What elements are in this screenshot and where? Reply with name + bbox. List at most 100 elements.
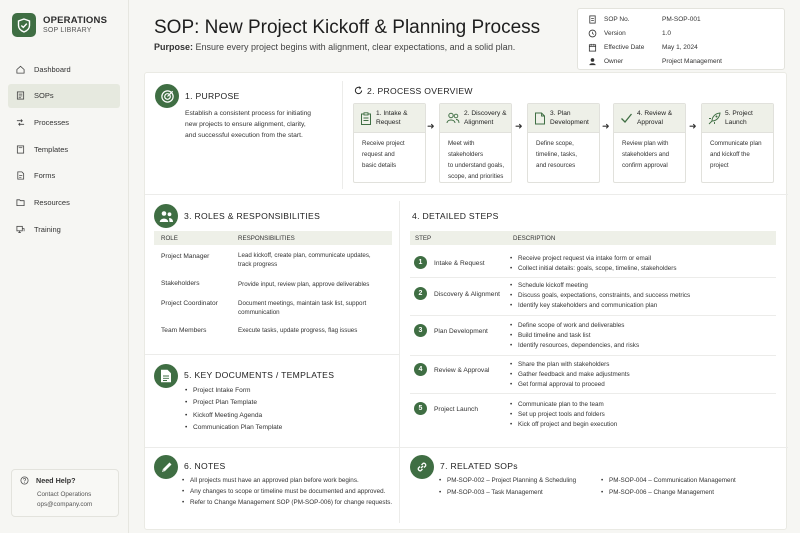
related-sop-link[interactable]: PM-SOP-004 – Communication Management	[601, 475, 736, 487]
sidebar-item-training[interactable]: Training	[8, 217, 120, 241]
purpose-line: new projects to ensure alignment, clarit…	[185, 121, 306, 129]
folder-icon	[16, 199, 25, 206]
step-item: Collect initial details: goals, scope, t…	[510, 264, 677, 274]
related-list-left: PM-SOP-002 – Project Planning & Scheduli…	[439, 475, 576, 500]
step-item: Identify key stakeholders and communicat…	[510, 301, 690, 311]
training-icon	[16, 225, 25, 233]
step-label: Alignment	[464, 119, 494, 126]
flow-icon	[16, 118, 25, 126]
col-header-role: ROLE	[161, 235, 178, 242]
resp-line: Execute tasks, update progress, flag iss…	[238, 327, 358, 334]
resp-line: Provide input, review plan, approve deli…	[238, 281, 370, 288]
step-item: Discuss goals, expectations, constraints…	[510, 291, 690, 301]
sidebar-item-label: SOPs	[34, 91, 54, 101]
document-link[interactable]: Kickoff Meeting Agenda	[185, 410, 282, 423]
meta-key: Effective Date	[604, 43, 645, 51]
sidebar-nav: Dashboard SOPs Processes Templates Forms…	[8, 57, 120, 244]
divider	[342, 81, 343, 189]
process-step-review[interactable]: 4. Review & Approval Review plan with stak…	[613, 103, 686, 183]
resp-line: Document meetings, maintain task list, s…	[238, 300, 367, 307]
sidebar-item-templates[interactable]: Templates	[8, 137, 120, 161]
step-item: Share the plan with stakeholders	[510, 360, 630, 370]
meta-value: 1.0	[662, 29, 672, 37]
step-item: Receive project request via intake form …	[510, 254, 677, 264]
divider	[410, 277, 776, 278]
col-header-step: STEP	[415, 235, 432, 242]
sidebar-item-dashboard[interactable]: Dashboard	[8, 57, 120, 81]
step-desc-line: stakeholders and	[622, 151, 670, 158]
process-step-launch[interactable]: 5. Project Launch Communicate plan and kic…	[701, 103, 774, 183]
step-label: 2. Discovery &	[464, 110, 507, 117]
related-sop-link[interactable]: PM-SOP-006 – Change Management	[601, 487, 736, 499]
step-desc-line: to understand goals,	[448, 162, 505, 169]
help-email[interactable]: ops@company.com	[37, 501, 92, 508]
step-name: Review & Approval	[434, 367, 490, 374]
role-resp: Execute tasks, update progress, flag iss…	[238, 326, 357, 335]
role-resp: Provide input, review plan, approve deli…	[238, 280, 369, 289]
team-icon	[154, 204, 178, 228]
sidebar-item-sops[interactable]: SOPs	[8, 83, 120, 108]
sidebar-item-processes[interactable]: Processes	[8, 110, 120, 134]
step-desc-line: Review plan with	[622, 140, 669, 147]
documents-list: Project Intake Form Project Plan Templat…	[185, 385, 282, 435]
step-label: Development	[550, 119, 589, 126]
step-name: Intake & Request	[434, 260, 485, 267]
sidebar-item-resources[interactable]: Resources	[8, 190, 120, 214]
meta-row-effective-date: Effective Date May 1, 2024	[588, 40, 774, 54]
sidebar: OPERATIONS SOP LIBRARY Dashboard SOPs Pr…	[0, 0, 129, 533]
divider	[145, 447, 788, 448]
shield-check-icon	[12, 13, 36, 37]
role-resp: Lead kickoff, create plan, communicate u…	[238, 251, 371, 269]
document-link[interactable]: Communication Plan Template	[185, 422, 282, 435]
step-desc-line: request and	[362, 151, 395, 158]
divider	[399, 201, 400, 523]
resp-line: track progress	[238, 261, 278, 268]
section-title-process-overview: 2. PROCESS OVERVIEW	[367, 86, 473, 96]
sop-content-card: 1. PURPOSE Establish a consistent proces…	[144, 72, 788, 530]
step-item: Get formal approval to proceed	[510, 380, 630, 390]
document-link[interactable]: Project Plan Template	[185, 397, 282, 410]
related-list-right: PM-SOP-004 – Communication Management PM…	[601, 475, 736, 500]
step-desc-line: project	[710, 162, 729, 169]
document-icon	[16, 91, 25, 100]
role-name: Stakeholders	[161, 280, 200, 287]
step-item: Kick off project and begin execution	[510, 420, 617, 430]
sidebar-item-label: Training	[34, 224, 61, 234]
role-name: Project Manager	[161, 253, 210, 260]
section-title-documents: 5. KEY DOCUMENTS / TEMPLATES	[184, 370, 335, 380]
people-icon	[446, 112, 460, 124]
purpose-text: Ensure every project begins with alignme…	[193, 42, 516, 52]
process-step-discovery[interactable]: 2. Discovery & Alignment Meet with stakeh…	[439, 103, 512, 183]
process-step-intake[interactable]: 1. Intake & Request Receive project reques…	[353, 103, 426, 183]
step-desc-line: Communicate plan	[710, 140, 762, 147]
step-label: 4. Review &	[637, 110, 673, 117]
section-title-detailed-steps: 4. DETAILED STEPS	[412, 211, 499, 221]
divider	[145, 194, 788, 195]
process-step-plan[interactable]: 3. Plan Development Define scope, timeline…	[527, 103, 600, 183]
divider	[410, 393, 776, 394]
section-title-related: 7. RELATED SOPs	[440, 461, 518, 471]
step-name: Project Launch	[434, 406, 478, 413]
role-resp: Document meetings, maintain task list, s…	[238, 299, 366, 317]
step-name: Plan Development	[434, 328, 488, 335]
sidebar-item-forms[interactable]: Forms	[8, 164, 120, 188]
brand[interactable]: OPERATIONS SOP LIBRARY	[12, 13, 107, 37]
help-box[interactable]: Need Help? Contact Operations ops@compan…	[11, 469, 119, 517]
user-icon	[589, 57, 596, 65]
brand-title: OPERATIONS	[43, 14, 108, 26]
related-sop-link[interactable]: PM-SOP-003 – Task Management	[439, 487, 576, 499]
col-header-description: DESCRIPTION	[513, 235, 556, 242]
sidebar-item-label: Processes	[34, 117, 70, 127]
arrow-right-icon: ➜	[515, 121, 523, 131]
form-icon	[17, 171, 25, 180]
col-header-responsibilities: RESPONSIBILITIES	[238, 235, 295, 242]
meta-key: Version	[604, 29, 626, 37]
document-link[interactable]: Project Intake Form	[185, 385, 282, 398]
step-desc-line: and resources	[536, 162, 576, 169]
role-name: Team Members	[161, 327, 207, 334]
related-sop-link[interactable]: PM-SOP-002 – Project Planning & Scheduli…	[439, 475, 576, 487]
step-item: Communicate plan to the team	[510, 400, 617, 410]
step-items: Schedule kickoff meeting Discuss goals, …	[510, 281, 690, 311]
divider	[410, 315, 776, 316]
step-label: Approval	[637, 119, 664, 126]
